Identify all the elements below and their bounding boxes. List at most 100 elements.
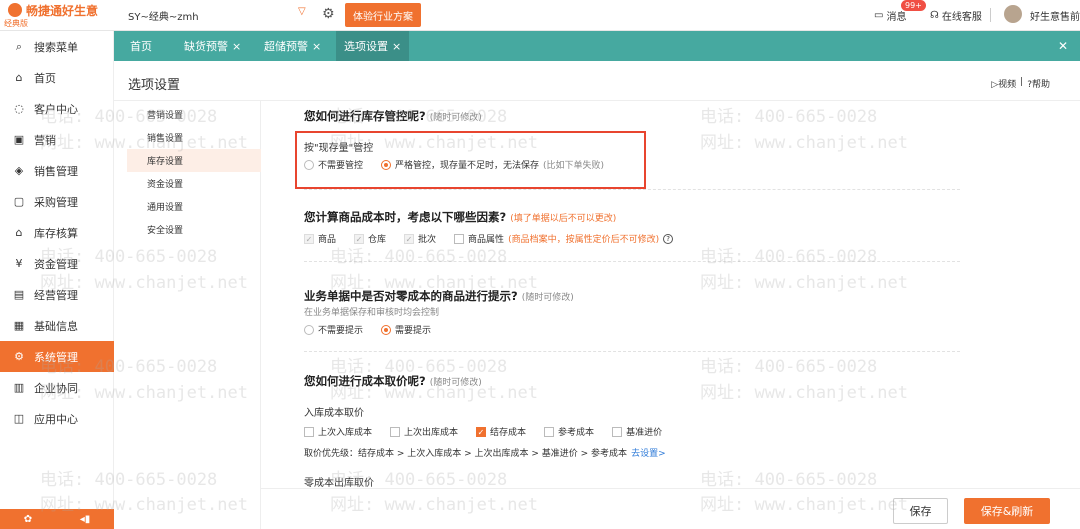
checkbox-product[interactable]: ✓ [304,233,314,244]
checkbox-label: 商品属性 [468,235,505,245]
checkbox-last-inbound-cost[interactable] [304,426,314,437]
online-support-button[interactable]: ☊ 在线客服 [930,8,982,23]
sidebar-item-label: 首页 [34,71,56,85]
sidebar-item-label: 库存核算 [34,226,78,240]
section-title-cost-factors: 您计算商品成本时，考虑以下哪些因素? (填了单据以后不可以更改) [304,210,617,224]
sidebar-item-funds[interactable]: ¥ 资金管理 [0,248,114,279]
customer-icon: ◌ [14,102,24,115]
collapse-sidebar-icon[interactable]: ◂▮ [80,514,91,525]
zero-cost-options: 不需要提示 需要提示 [304,323,431,336]
checkbox-warehouse[interactable]: ✓ [354,233,365,244]
checkbox-label: 上次入库成本 [318,428,373,438]
checkbox-reference-cost[interactable] [544,426,555,437]
sidebar-item-sales[interactable]: ◈ 销售管理 [0,155,114,186]
user-name[interactable]: 好生意售前 [1030,8,1080,23]
checkbox-last-outbound-cost[interactable] [390,426,401,437]
page-title: 选项设置 [128,78,181,93]
sidebar-footer: ✿ ◂▮ [0,509,114,529]
question-icon[interactable]: ? [663,233,674,244]
checkbox-label: 结存成本 [490,428,527,438]
online-support-label: 在线客服 [941,12,982,23]
sidebar-item-label: 搜索菜单 [34,40,78,54]
close-icon[interactable]: × [392,40,401,53]
sidebar-item-marketing[interactable]: ▣ 营销 [0,124,114,155]
section-title-cost-pricing: 您如何进行成本取价呢? (随时可修改) [304,374,482,388]
menu-sales-settings[interactable]: 销售设置 [127,126,261,149]
cost-factor-options: ✓ 商品 ✓ 仓库 ✓ 批次 商品属性 (商品档案中，按属性定价后不可修改) ? [304,232,674,245]
tab-home[interactable]: 首页 [122,31,160,61]
app-icon: ◫ [13,412,25,425]
close-all-tabs-icon[interactable]: ✕ [1058,39,1068,53]
checkbox-balance-cost[interactable]: ✓ [476,426,487,437]
checkbox-label: 基准进价 [626,428,663,438]
close-icon[interactable]: × [312,40,321,53]
tab-label: 超储预警 [264,40,308,53]
sidebar-item-label: 采购管理 [34,195,78,209]
help-links: ▷视频 | ?帮助 [991,77,1050,90]
video-link[interactable]: ▷视频 [991,77,1016,90]
logo[interactable]: 畅捷通好生意 经典版 [0,0,114,31]
sidebar-item-label: 客户中心 [34,102,78,116]
avatar[interactable] [1004,5,1022,23]
tab-options-settings[interactable]: 选项设置 × [336,31,410,61]
account-selector[interactable]: SY~经典~zmh [128,8,199,23]
experience-industry-button[interactable]: 体验行业方案 [345,3,421,27]
footer-bar: 保存 保存&刷新 [261,488,1080,529]
sidebar-item-home[interactable]: ⌂ 首页 [0,62,114,93]
zero-cost-outbound-subtitle: 零成本出库取价 [304,478,374,489]
chevron-down-icon[interactable]: ▽ [298,6,306,17]
tab-label: 缺货预警 [184,40,228,53]
sidebar-item-system[interactable]: ⚙ 系统管理 [0,341,114,372]
logo-name: 畅捷通好生意 [26,4,99,18]
go-settings-link[interactable]: 去设置> [631,446,666,459]
checkbox-label: 仓库 [368,235,387,245]
sidebar-item-customer[interactable]: ◌ 客户中心 [0,93,114,124]
tab-overstock-warning[interactable]: 超储预警 × [256,31,329,61]
page-header: 选项设置 ▷视频 | ?帮助 [114,61,1080,101]
help-link[interactable]: ?帮助 [1027,77,1050,90]
menu-general-settings[interactable]: 通用设置 [127,195,261,218]
tab-stock-warning[interactable]: 缺货预警 × [176,31,249,61]
divider [304,261,960,262]
sidebar-item-purchase[interactable]: ▢ 采购管理 [0,186,114,217]
checkbox-batch[interactable]: ✓ [404,233,415,244]
divider [304,189,960,190]
gift-icon: ▣ [13,133,25,146]
sidebar-item-label: 应用中心 [34,412,78,426]
menu-security-settings[interactable]: 安全设置 [127,218,261,241]
save-button[interactable]: 保存 [893,498,948,524]
collab-icon: ▥ [13,381,25,394]
checkbox-base-price[interactable] [612,426,623,437]
sidebar-item-label: 销售管理 [34,164,78,178]
menu-funds-settings[interactable]: 资金设置 [127,172,261,195]
headset-icon: ☊ [930,10,939,21]
settings-icon[interactable]: ✿ [24,514,32,525]
top-bar: 畅捷通好生意 经典版 SY~经典~zmh ▽ ⚙ 体验行业方案 ▭ 消息 99+… [0,0,1080,31]
home-icon: ⌂ [15,71,23,84]
save-refresh-button[interactable]: 保存&刷新 [964,498,1050,524]
radio-no-prompt[interactable] [304,324,314,335]
close-icon[interactable]: × [232,40,241,53]
menu-inventory-settings[interactable]: 库存设置 [127,149,261,172]
sales-icon: ◈ [14,164,24,177]
warehouse-icon: ⌂ [15,226,23,239]
sidebar: ⌕ 搜索菜单 ⌂ 首页 ◌ 客户中心 ▣ 营销 ◈ 销售管理 ▢ 采购管理 ⌂ 库存核算 ¥ 资… [0,31,114,529]
gear-icon[interactable]: ⚙ [322,6,335,22]
sidebar-item-inventory[interactable]: ⌂ 库存核算 [0,217,114,248]
sidebar-item-operations[interactable]: ▤ 经营管理 [0,279,114,310]
clipboard-icon: ▤ [13,288,25,301]
logo-icon [8,3,22,17]
checkbox-product-attribute[interactable] [454,233,465,244]
inbound-cost-subtitle: 入库成本取价 [304,408,364,419]
menu-marketing-settings[interactable]: 营销设置 [127,103,261,126]
sidebar-item-collaboration[interactable]: ▥ 企业协同 [0,372,114,403]
messages-button[interactable]: ▭ 消息 [874,8,906,23]
zero-cost-subtitle: 在业务单据保存和审核时均会控制 [304,308,440,318]
gear-icon: ⚙ [14,350,24,363]
sidebar-item-basic-info[interactable]: ▦ 基础信息 [0,310,114,341]
sidebar-item-apps[interactable]: ◫ 应用中心 [0,403,114,434]
radio-need-prompt[interactable] [381,324,392,335]
sidebar-item-label: 基础信息 [34,319,78,333]
sidebar-item-label: 资金管理 [34,257,78,271]
sidebar-item-search[interactable]: ⌕ 搜索菜单 [0,31,114,62]
